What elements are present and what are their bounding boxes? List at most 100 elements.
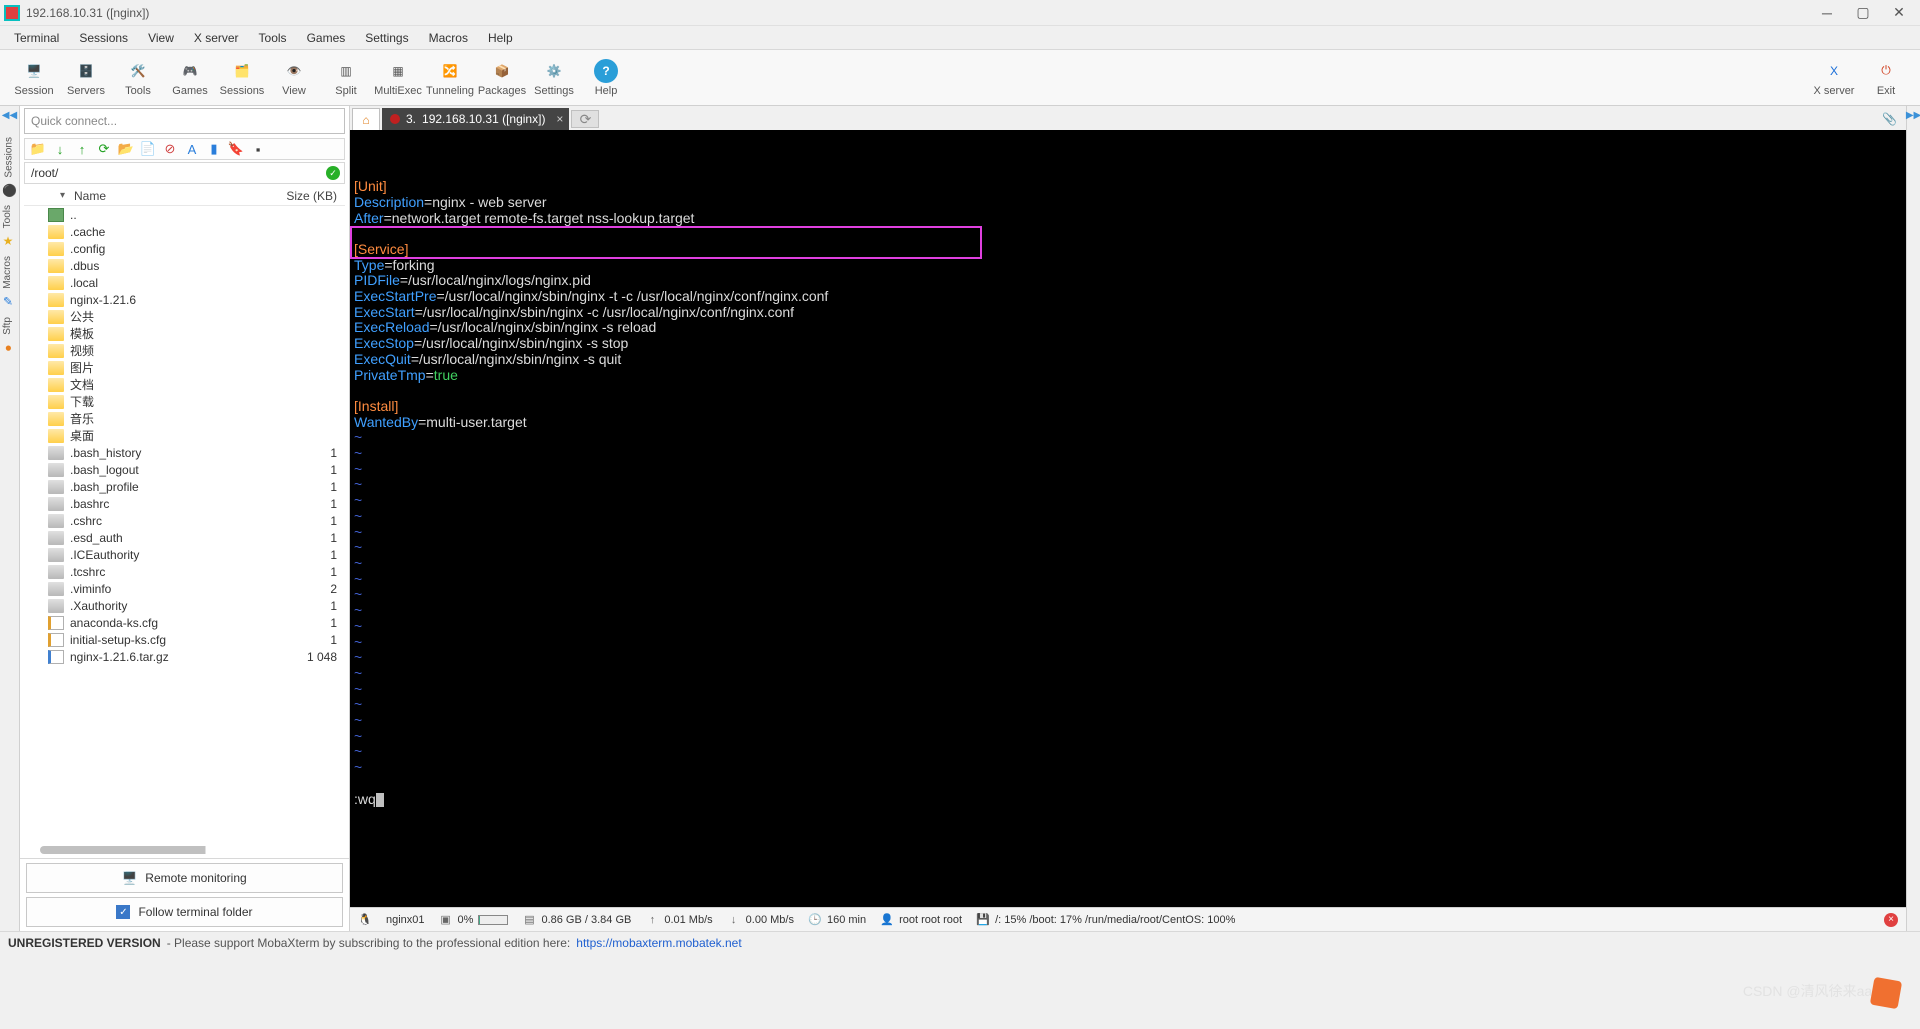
- upload-icon[interactable]: ↑: [73, 140, 91, 158]
- toolbar-settings[interactable]: ⚙️Settings: [528, 59, 580, 97]
- rail-macros[interactable]: ✎ Macros: [0, 252, 15, 313]
- home-tab[interactable]: ⌂: [352, 108, 380, 130]
- tree-row[interactable]: .bashrc1: [24, 495, 345, 512]
- toolbar-packages[interactable]: 📦Packages: [476, 59, 528, 97]
- folder-icon[interactable]: 📁: [29, 140, 47, 158]
- close-tab-icon[interactable]: ×: [556, 112, 563, 126]
- rename-icon[interactable]: A: [183, 140, 201, 158]
- home-icon: ⌂: [362, 113, 369, 127]
- tree-row[interactable]: .local: [24, 274, 345, 291]
- tree-row[interactable]: .tcshrc1: [24, 563, 345, 580]
- new-tab-button[interactable]: ⟳: [571, 110, 599, 128]
- tree-row[interactable]: .Xauthority1: [24, 597, 345, 614]
- close-button[interactable]: ✕: [1890, 4, 1908, 22]
- terminal-tab[interactable]: 3. 192.168.10.31 ([nginx]) ×: [382, 108, 569, 130]
- tree-row[interactable]: ..: [24, 206, 345, 223]
- minimize-button[interactable]: ─: [1818, 4, 1836, 22]
- tree-row[interactable]: anaconda-ks.cfg1: [24, 614, 345, 631]
- tree-row[interactable]: 视频: [24, 342, 345, 359]
- hscrollbar[interactable]: [40, 846, 341, 854]
- tools-icon: 🛠️: [126, 59, 150, 83]
- tree-item-name: .config: [70, 242, 277, 256]
- toolbar-view[interactable]: 👁️View: [268, 59, 320, 97]
- tree-row[interactable]: .ICEauthority1: [24, 546, 345, 563]
- menu-settings[interactable]: Settings: [355, 28, 418, 48]
- toolbar-games[interactable]: 🎮Games: [164, 59, 216, 97]
- tree-row[interactable]: .viminfo2: [24, 580, 345, 597]
- tree-row[interactable]: nginx-1.21.6: [24, 291, 345, 308]
- footer-link[interactable]: https://mobaxterm.mobatek.net: [576, 936, 741, 950]
- remote-monitoring-button[interactable]: 🖥️ Remote monitoring: [26, 863, 343, 893]
- expand-icon[interactable]: ▾: [60, 190, 70, 201]
- toolbar-split[interactable]: ▥Split: [320, 59, 372, 97]
- tree-row[interactable]: .bash_profile1: [24, 478, 345, 495]
- newfolder-icon[interactable]: 📂: [117, 140, 135, 158]
- tree-row[interactable]: 图片: [24, 359, 345, 376]
- delete-icon[interactable]: ⊘: [161, 140, 179, 158]
- bookmark-icon[interactable]: 🔖: [227, 140, 245, 158]
- col-size[interactable]: Size (KB): [286, 189, 337, 203]
- toolbar-servers[interactable]: 🗄️Servers: [60, 59, 112, 97]
- menu-xserver[interactable]: X server: [184, 28, 249, 48]
- tree-item-size: 1: [277, 633, 337, 647]
- attachment-icon[interactable]: 📎: [1882, 112, 1900, 130]
- collapse-rail-icon[interactable]: ◀◀: [2, 110, 17, 121]
- menu-help[interactable]: Help: [478, 28, 523, 48]
- menu-tools[interactable]: Tools: [249, 28, 297, 48]
- menu-terminal[interactable]: Terminal: [4, 28, 69, 48]
- toolbar-xserver[interactable]: XX server: [1808, 59, 1860, 97]
- menu-macros[interactable]: Macros: [419, 28, 478, 48]
- col-name[interactable]: Name: [74, 189, 286, 203]
- tree-item-name: 视频: [70, 342, 277, 359]
- toolbar-help[interactable]: ?Help: [580, 59, 632, 97]
- quick-connect-input[interactable]: Quick connect...: [24, 108, 345, 134]
- tree-item-name: .tcshrc: [70, 565, 277, 579]
- terminal[interactable]: [Unit] Description=nginx - web server Af…: [350, 130, 1906, 907]
- newfile-icon[interactable]: 📄: [139, 140, 157, 158]
- toolbar-tunneling[interactable]: 🔀Tunneling: [424, 59, 476, 97]
- follow-terminal-toggle[interactable]: ✓ Follow terminal folder: [26, 897, 343, 927]
- expand-rail-icon[interactable]: ▶▶: [1906, 110, 1920, 121]
- toolbar-sessions[interactable]: 🗂️Sessions: [216, 59, 268, 97]
- tree-row[interactable]: initial-setup-ks.cfg1: [24, 631, 345, 648]
- tree-row[interactable]: .dbus: [24, 257, 345, 274]
- tree-item-size: 1: [277, 548, 337, 562]
- toolbar-exit[interactable]: ⏻Exit: [1860, 59, 1912, 97]
- tree-row[interactable]: .bash_history1: [24, 444, 345, 461]
- tree-item-name: ..: [70, 208, 277, 222]
- tree-row[interactable]: 公共: [24, 308, 345, 325]
- tree-row[interactable]: 模板: [24, 325, 345, 342]
- statusbar-close-icon[interactable]: ×: [1884, 913, 1898, 927]
- menu-view[interactable]: View: [138, 28, 184, 48]
- rail-sessions[interactable]: ⚫ Sessions: [0, 133, 19, 201]
- download-icon[interactable]: ↓: [51, 140, 69, 158]
- terminal-icon[interactable]: ▪: [249, 140, 267, 158]
- tree-row[interactable]: 桌面: [24, 427, 345, 444]
- menu-sessions[interactable]: Sessions: [69, 28, 138, 48]
- toolbar-tools[interactable]: 🛠️Tools: [112, 59, 164, 97]
- tree-row[interactable]: .config: [24, 240, 345, 257]
- file-tree[interactable]: ...cache .config.dbus.localnginx-1.21.6公共…: [24, 206, 345, 844]
- tree-row[interactable]: .bash_logout1: [24, 461, 345, 478]
- tree-item-name: .bash_logout: [70, 463, 277, 477]
- refresh-icon[interactable]: ⟳: [95, 140, 113, 158]
- highlight-icon[interactable]: ▮: [205, 140, 223, 158]
- toolbar-session[interactable]: 🖥️Session: [8, 59, 60, 97]
- tree-item-size: 1 048: [277, 650, 337, 664]
- tree-row[interactable]: .esd_auth1: [24, 529, 345, 546]
- path-bar[interactable]: /root/ ✓: [24, 162, 345, 184]
- tree-row[interactable]: 下载: [24, 393, 345, 410]
- tree-row[interactable]: nginx-1.21.6.tar.gz1 048: [24, 648, 345, 665]
- tree-item-name: .esd_auth: [70, 531, 277, 545]
- rail-sftp[interactable]: ● Sftp: [0, 313, 15, 359]
- toolbar-multiexec[interactable]: ▦MultiExec: [372, 59, 424, 97]
- rail-tools[interactable]: ★ Tools: [0, 201, 15, 252]
- menu-games[interactable]: Games: [297, 28, 356, 48]
- tree-row[interactable]: 文档: [24, 376, 345, 393]
- maximize-button[interactable]: ▢: [1854, 4, 1872, 22]
- tree-row[interactable]: 音乐: [24, 410, 345, 427]
- tree-row[interactable]: .cache: [24, 223, 345, 240]
- file-icon: [48, 497, 64, 511]
- side-rail: ◀◀ ⚫ Sessions★ Tools✎ Macros● Sftp: [0, 106, 20, 931]
- tree-row[interactable]: .cshrc1: [24, 512, 345, 529]
